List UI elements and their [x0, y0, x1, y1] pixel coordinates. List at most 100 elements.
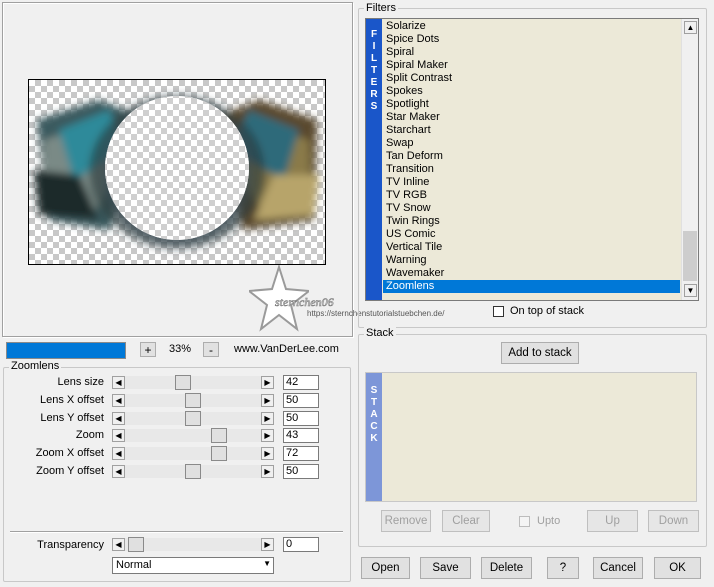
zoom-in-button[interactable]: + [140, 342, 156, 357]
zoom-value: 33% [169, 343, 192, 355]
filters-list[interactable]: Solarize Spice Dots Spiral Spiral Maker Spli… [383, 20, 680, 293]
on-top-checkbox[interactable] [493, 306, 504, 317]
param-track[interactable] [125, 375, 261, 390]
cancel-button[interactable]: Cancel [593, 557, 643, 579]
scroll-up-icon[interactable]: ▲ [684, 21, 697, 34]
param-label: Lens size [57, 376, 104, 388]
add-to-stack-button[interactable]: Add to stack [501, 342, 579, 364]
upto-checkbox[interactable] [519, 516, 530, 527]
param-value[interactable]: 43 [283, 428, 319, 443]
param-value[interactable]: 50 [283, 464, 319, 479]
filters-strip-letter: E [370, 77, 378, 88]
delete-button[interactable]: Delete [481, 557, 532, 579]
filter-list-item[interactable]: Spokes [383, 85, 680, 98]
transparency-track[interactable] [125, 537, 261, 552]
clear-button[interactable]: Clear [442, 510, 490, 532]
filter-list-item[interactable]: Swap [383, 137, 680, 150]
param-left-arrow-icon[interactable]: ◀ [112, 412, 125, 425]
param-track[interactable] [125, 446, 261, 461]
filter-list-item[interactable]: Spiral Maker [383, 59, 680, 72]
stack-group-title: Stack [364, 327, 396, 339]
param-thumb[interactable] [185, 393, 201, 408]
filter-list-item[interactable]: Vertical Tile [383, 241, 680, 254]
filter-list-item[interactable]: Star Maker [383, 111, 680, 124]
scroll-down-icon[interactable]: ▼ [684, 284, 697, 297]
param-track[interactable] [125, 393, 261, 408]
help-button[interactable]: ? [547, 557, 579, 579]
filter-list-item[interactable]: TV Inline [383, 176, 680, 189]
stack-strip: STACK [366, 373, 382, 501]
save-button[interactable]: Save [420, 557, 471, 579]
down-button[interactable]: Down [648, 510, 699, 532]
transparency-thumb[interactable] [128, 537, 144, 552]
filter-list-item[interactable]: Spice Dots [383, 33, 680, 46]
filters-scrollbar[interactable]: ▲ ▼ [681, 19, 698, 300]
chevron-down-icon[interactable]: ▼ [263, 559, 271, 568]
progress-fill [7, 343, 125, 358]
filters-strip-letter: S [370, 101, 378, 112]
website-link[interactable]: www.VanDerLee.com [234, 343, 339, 355]
param-left-arrow-icon[interactable]: ◀ [112, 465, 125, 478]
param-left-arrow-icon[interactable]: ◀ [112, 376, 125, 389]
param-label: Lens Y offset [40, 412, 104, 424]
zoomlens-preview-graphic [34, 96, 319, 247]
up-button[interactable]: Up [587, 510, 638, 532]
filter-list-item[interactable]: Twin Rings [383, 215, 680, 228]
filter-list-item[interactable]: Warning [383, 254, 680, 267]
param-value[interactable]: 72 [283, 446, 319, 461]
param-value[interactable]: 50 [283, 411, 319, 426]
stack-strip-letter: S [370, 385, 378, 396]
param-right-arrow-icon[interactable]: ▶ [261, 394, 274, 407]
zoomlens-group-title: Zoomlens [9, 360, 62, 372]
param-thumb[interactable] [211, 446, 227, 461]
param-value[interactable]: 50 [283, 393, 319, 408]
param-right-arrow-icon[interactable]: ▶ [261, 447, 274, 460]
stack-strip-letter: K [370, 433, 378, 444]
param-right-arrow-icon[interactable]: ▶ [261, 376, 274, 389]
param-left-arrow-icon[interactable]: ◀ [112, 429, 125, 442]
param-track[interactable] [125, 464, 261, 479]
filter-list-item[interactable]: TV RGB [383, 189, 680, 202]
filter-list-item[interactable]: Starchart [383, 124, 680, 137]
param-thumb[interactable] [211, 428, 227, 443]
filter-list-item[interactable]: Tan Deform [383, 150, 680, 163]
param-track[interactable] [125, 428, 261, 443]
zoom-out-button[interactable]: - [203, 342, 219, 357]
preview-panel: sternchen06 https://sternchenstutorialst… [2, 2, 444, 337]
transparency-right-arrow-icon[interactable]: ▶ [261, 538, 274, 551]
param-left-arrow-icon[interactable]: ◀ [112, 447, 125, 460]
param-thumb[interactable] [185, 464, 201, 479]
filter-list-item[interactable]: Zoomlens [383, 280, 680, 293]
param-track[interactable] [125, 411, 261, 426]
stack-list-frame[interactable]: STACK [365, 372, 697, 502]
param-left-arrow-icon[interactable]: ◀ [112, 394, 125, 407]
blend-mode-value: Normal [116, 559, 152, 571]
param-right-arrow-icon[interactable]: ▶ [261, 412, 274, 425]
filter-list-item[interactable]: Spiral [383, 46, 680, 59]
preview-image[interactable] [28, 79, 326, 265]
filter-list-item[interactable]: Spotlight [383, 98, 680, 111]
filter-list-item[interactable]: US Comic [383, 228, 680, 241]
watermark-name: sternchen06 [275, 295, 334, 310]
filter-list-item[interactable]: TV Snow [383, 202, 680, 215]
filters-strip-letter: F [370, 29, 378, 40]
filter-list-item[interactable]: Wavemaker [383, 267, 680, 280]
blend-mode-select[interactable]: Normal ▼ [112, 557, 274, 574]
filter-list-item[interactable]: Solarize [383, 20, 680, 33]
filters-strip: FILTERS [366, 19, 382, 300]
open-button[interactable]: Open [361, 557, 410, 579]
param-value[interactable]: 42 [283, 375, 319, 390]
param-right-arrow-icon[interactable]: ▶ [261, 465, 274, 478]
transparency-left-arrow-icon[interactable]: ◀ [112, 538, 125, 551]
param-thumb[interactable] [185, 411, 201, 426]
filter-list-item[interactable]: Split Contrast [383, 72, 680, 85]
filters-strip-letter: R [370, 89, 378, 100]
filters-list-frame: FILTERS Solarize Spice Dots Spiral Spiral M… [365, 18, 699, 301]
ok-button[interactable]: OK [654, 557, 701, 579]
filter-list-item[interactable]: Transition [383, 163, 680, 176]
scroll-thumb[interactable] [683, 231, 697, 281]
param-thumb[interactable] [175, 375, 191, 390]
param-right-arrow-icon[interactable]: ▶ [261, 429, 274, 442]
remove-button[interactable]: Remove [381, 510, 431, 532]
transparency-value[interactable]: 0 [283, 537, 319, 552]
